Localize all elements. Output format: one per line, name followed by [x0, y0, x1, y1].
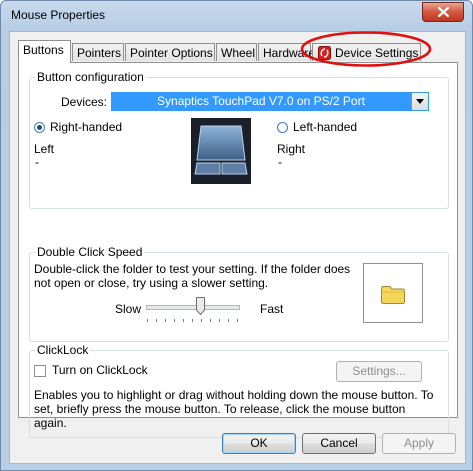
- slider-tick: [210, 319, 211, 322]
- right-button-caption: Right: [277, 142, 306, 156]
- tab-pointers[interactable]: Pointers: [72, 43, 124, 61]
- cancel-button[interactable]: Cancel: [302, 433, 376, 454]
- test-folder-area[interactable]: [363, 263, 423, 323]
- synaptics-icon: [318, 46, 331, 60]
- slider-tick: [201, 319, 202, 322]
- slider-track: [146, 305, 240, 310]
- dialog-body: Buttons Pointers Pointer Options Wheel H…: [9, 31, 466, 464]
- tab-label: Device Settings: [335, 46, 419, 60]
- tab-label: Buttons: [23, 43, 64, 57]
- close-button[interactable]: [422, 2, 464, 22]
- left-button-caption: Left: [34, 142, 55, 156]
- slider-thumb[interactable]: [196, 297, 205, 315]
- left-handed-label[interactable]: Left-handed: [293, 120, 357, 134]
- tab-pointer-options[interactable]: Pointer Options: [125, 43, 215, 61]
- close-x-icon: [437, 7, 449, 17]
- left-handed-radio[interactable]: [277, 122, 288, 133]
- tab-buttons[interactable]: Buttons: [18, 40, 71, 63]
- slider-tick: [156, 319, 157, 322]
- folder-icon[interactable]: [381, 286, 405, 304]
- tab-hardware[interactable]: Hardware: [258, 43, 315, 61]
- slider-tick: [237, 319, 238, 322]
- slider-tick: [192, 319, 193, 322]
- double-click-description: Double-click the folder to test your set…: [34, 262, 351, 290]
- fast-label: Fast: [260, 302, 284, 316]
- devices-dropdown[interactable]: Synaptics TouchPad V7.0 on PS/2 Port: [111, 92, 429, 111]
- window-title: Mouse Properties: [11, 8, 106, 22]
- mouse-properties-window: Mouse Properties Buttons Pointers Pointe…: [0, 0, 473, 471]
- clicklock-description: Enables you to highlight or drag without…: [34, 388, 434, 430]
- tab-wheel[interactable]: Wheel: [216, 43, 257, 61]
- button-configuration-group: Button configuration Devices: Synaptics …: [29, 70, 449, 209]
- slider-tick: [147, 319, 148, 322]
- slider-tick: [165, 319, 166, 322]
- double-click-speed-group: Double Click Speed Double-click the fold…: [29, 245, 449, 342]
- clicklock-group: ClickLock Turn on ClickLock Settings... …: [29, 343, 449, 438]
- slider-tick: [174, 319, 175, 322]
- touchpad-icon: [191, 118, 251, 184]
- devices-value: Synaptics TouchPad V7.0 on PS/2 Port: [157, 94, 365, 108]
- group-label: Button configuration: [35, 70, 146, 84]
- apply-button[interactable]: Apply: [382, 433, 456, 454]
- right-button-value: -: [278, 155, 282, 169]
- tab-label: Pointer Options: [130, 46, 213, 60]
- group-label: Double Click Speed: [35, 245, 145, 259]
- clicklock-settings-button[interactable]: Settings...: [336, 361, 422, 382]
- slow-label: Slow: [115, 302, 142, 316]
- slider-tick: [228, 319, 229, 322]
- clicklock-checkbox-label[interactable]: Turn on ClickLock: [52, 363, 148, 377]
- tab-label: Pointers: [77, 46, 122, 60]
- right-handed-label[interactable]: Right-handed: [50, 120, 122, 134]
- buttons-tab-panel: Button configuration Devices: Synaptics …: [18, 62, 458, 438]
- ok-button[interactable]: OK: [222, 433, 296, 454]
- right-handed-radio[interactable]: [34, 122, 45, 133]
- tab-label: Hardware: [263, 46, 316, 60]
- slider-tick: [183, 319, 184, 322]
- tab-label: Wheel: [221, 46, 256, 60]
- chevron-down-icon[interactable]: [411, 93, 428, 110]
- title-bar[interactable]: Mouse Properties: [1, 1, 472, 29]
- devices-label: Devices:: [61, 95, 108, 109]
- clicklock-checkbox[interactable]: [34, 365, 46, 377]
- group-label: ClickLock: [35, 343, 91, 357]
- tab-device-settings[interactable]: Device Settings: [312, 43, 421, 61]
- double-click-speed-slider[interactable]: [146, 297, 240, 327]
- slider-tick: [219, 319, 220, 322]
- left-button-value: -: [35, 155, 39, 169]
